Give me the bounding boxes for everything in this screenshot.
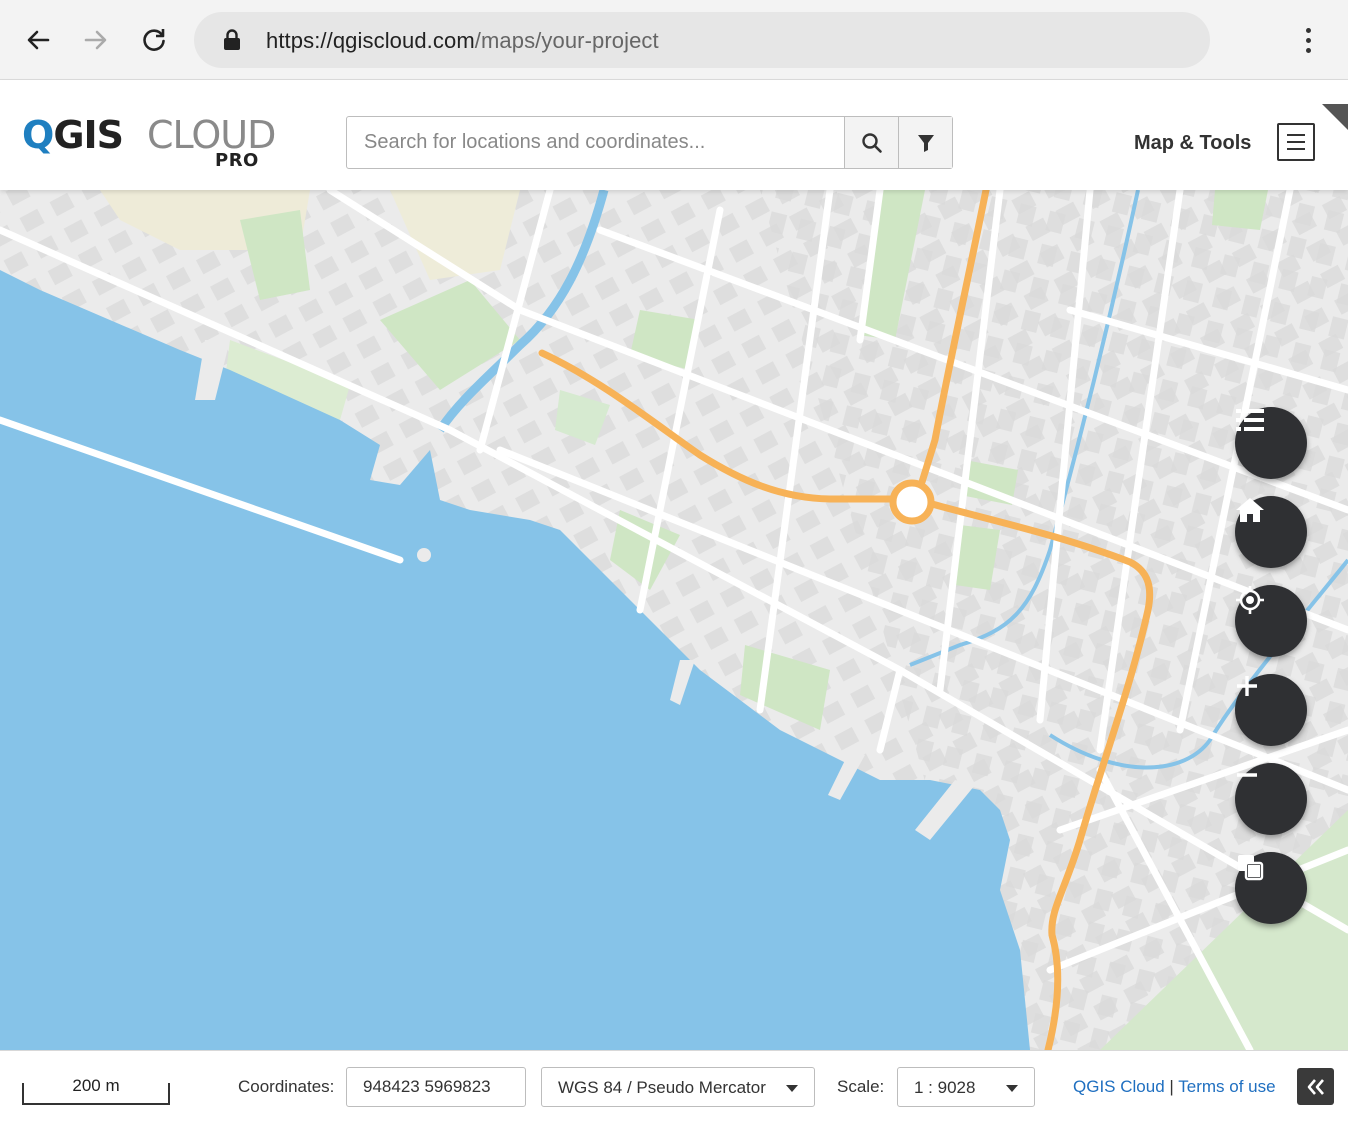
map-canvas[interactable]	[0, 190, 1348, 1050]
home-icon	[1236, 498, 1264, 522]
scale-bar-label: 200 m	[72, 1076, 120, 1095]
logo-qgis-text: QGIS	[22, 113, 124, 157]
arrow-right-icon	[84, 30, 107, 50]
caret-down-icon	[786, 1085, 798, 1092]
search-input[interactable]	[347, 117, 844, 168]
dot-icon	[1305, 27, 1311, 33]
hamburger-line-icon	[1287, 148, 1305, 150]
home-button[interactable]	[1235, 496, 1307, 568]
url-text: https://qgiscloud.com/maps/your-project	[266, 28, 659, 54]
filter-icon	[917, 134, 934, 152]
layers-copy-icon	[1238, 855, 1264, 881]
plus-icon	[1237, 676, 1257, 696]
link-separator: |	[1169, 1077, 1174, 1096]
search-icon	[861, 132, 882, 153]
crs-select-value: WGS 84 / Pseudo Mercator	[558, 1078, 766, 1097]
basemap-switch-button[interactable]	[1235, 852, 1307, 924]
logo-cloud-text: CLOUD	[147, 113, 276, 157]
scale-select-value: 1 : 9028	[914, 1078, 976, 1097]
lock-icon	[222, 29, 242, 56]
url-path: /maps/your-project	[474, 28, 659, 53]
qgis-cloud-logo[interactable]: QGIS CLOUD PRO	[22, 116, 282, 172]
map-basemap	[0, 190, 1348, 1050]
coordinates-label: Coordinates:	[238, 1077, 335, 1096]
minus-icon	[1237, 773, 1257, 777]
layer-list-button[interactable]	[1235, 407, 1307, 479]
caret-down-icon	[1006, 1085, 1018, 1092]
footer-links: QGIS Cloud | Terms of use	[1073, 1077, 1276, 1097]
browser-toolbar: https://qgiscloud.com/maps/your-project	[0, 0, 1348, 80]
roundabout	[889, 479, 935, 525]
collapse-panel-button[interactable]	[1297, 1068, 1334, 1105]
crs-select[interactable]: WGS 84 / Pseudo Mercator	[541, 1067, 815, 1107]
park-area	[1212, 190, 1268, 230]
list-icon	[1236, 409, 1264, 431]
arrow-left-icon	[27, 30, 50, 50]
back-button[interactable]	[20, 22, 56, 58]
corner-fold-decoration	[1322, 104, 1348, 130]
hamburger-line-icon	[1287, 134, 1305, 136]
zoom-out-button[interactable]	[1235, 763, 1307, 835]
reload-icon	[143, 29, 165, 51]
hamburger-line-icon	[1287, 141, 1305, 143]
logo-gis: GIS	[53, 113, 124, 157]
menu-button[interactable]	[1277, 123, 1315, 161]
islet	[417, 548, 431, 562]
reload-button[interactable]	[136, 22, 172, 58]
scale-label: Scale:	[837, 1077, 885, 1096]
map-tools-label[interactable]: Map & Tools	[1134, 132, 1251, 155]
forward-button[interactable]	[78, 22, 114, 58]
coordinates-field[interactable]	[346, 1067, 526, 1107]
logo-pro-text: PRO	[215, 150, 259, 171]
browser-menu-button[interactable]	[1292, 22, 1324, 58]
search-button[interactable]	[844, 117, 898, 168]
search-bar	[346, 116, 953, 169]
scale-select[interactable]: 1 : 9028	[897, 1067, 1035, 1107]
dot-icon	[1305, 47, 1311, 53]
qgis-cloud-link[interactable]: QGIS Cloud	[1073, 1077, 1165, 1096]
zoom-in-button[interactable]	[1235, 674, 1307, 746]
crosshair-icon	[1236, 586, 1264, 614]
locate-button[interactable]	[1235, 585, 1307, 657]
dot-icon	[1305, 37, 1311, 43]
double-chevron-left-icon	[1307, 1078, 1324, 1095]
map-footer: 200 m Coordinates: WGS 84 / Pseudo Merca…	[0, 1050, 1348, 1121]
logo-q: Q	[22, 113, 54, 157]
terms-of-use-link[interactable]: Terms of use	[1178, 1077, 1275, 1096]
address-bar[interactable]: https://qgiscloud.com/maps/your-project	[194, 12, 1210, 68]
app-header: QGIS CLOUD PRO Map & Tools	[0, 80, 1348, 190]
filter-button[interactable]	[898, 117, 952, 168]
url-host: https://qgiscloud.com	[266, 28, 475, 53]
